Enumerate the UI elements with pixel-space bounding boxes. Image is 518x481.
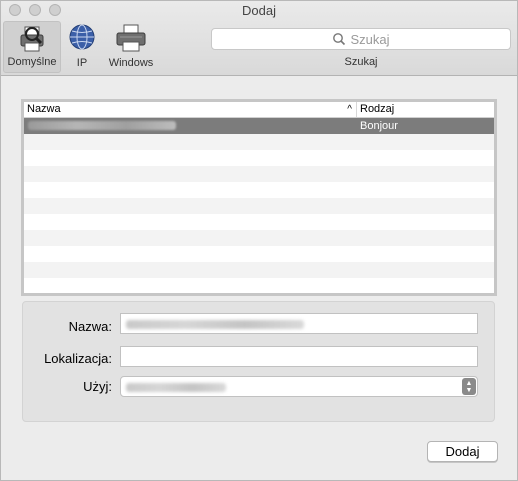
search-caption: Szukaj [344,56,378,68]
name-field[interactable] [120,313,478,334]
table-row-empty [24,214,494,230]
tab-ip-label: IP [76,57,88,69]
redacted-name-value [126,320,304,329]
table-row-empty [24,246,494,262]
printer-name-cell [24,118,357,134]
tab-ip[interactable]: IP [65,21,99,73]
table-row-empty [24,262,494,278]
name-label: Nazwa: [68,319,112,334]
tab-windows-label: Windows [108,57,154,69]
table-row-empty [24,230,494,246]
sort-ascending-icon: ^ [347,104,352,115]
table-row-empty [24,278,494,294]
table-header: Nazwa ^ Rodzaj [24,102,494,118]
table-row-empty [24,182,494,198]
column-header-kind[interactable]: Rodzaj [357,102,494,117]
toolbar: Dodaj Domyślne IP Windows Szukaj Szukaj [1,1,517,76]
window-title: Dodaj [242,3,276,18]
tab-default-label: Domyślne [7,56,57,68]
add-printer-window: Dodaj Domyślne IP Windows Szukaj Szukaj … [0,0,518,481]
table-row[interactable]: Bonjour [24,118,494,134]
location-label: Lokalizacja: [44,351,112,366]
table-row-empty [24,134,494,150]
driver-select[interactable]: ▲ ▼ [120,376,478,397]
location-field[interactable] [120,346,478,367]
default-printer-icon [20,26,44,52]
use-label: Użyj: [83,379,112,394]
printer-details-panel: Nazwa: Lokalizacja: Użyj: ▲ ▼ [22,301,495,422]
select-stepper-icon: ▲ ▼ [462,378,476,395]
add-button[interactable]: Dodaj [427,441,498,462]
tab-windows[interactable]: Windows [104,21,158,73]
redacted-driver-value [126,383,226,392]
tab-default[interactable]: Domyślne [3,21,61,73]
table-body: Bonjour [24,118,494,294]
column-header-name[interactable]: Nazwa ^ [24,102,357,117]
table-row-empty [24,198,494,214]
table-row-empty [24,150,494,166]
printer-icon [116,24,146,52]
printer-list-table: Nazwa ^ Rodzaj Bonjour [21,99,497,296]
search-placeholder: Szukaj [350,31,390,47]
printer-kind-cell: Bonjour [360,120,398,132]
column-name-label: Nazwa [27,103,61,115]
search-input[interactable]: Szukaj [211,28,511,50]
redacted-printer-name [28,121,176,130]
search-icon [333,33,346,46]
table-row-empty [24,166,494,182]
globe-icon [69,24,95,50]
